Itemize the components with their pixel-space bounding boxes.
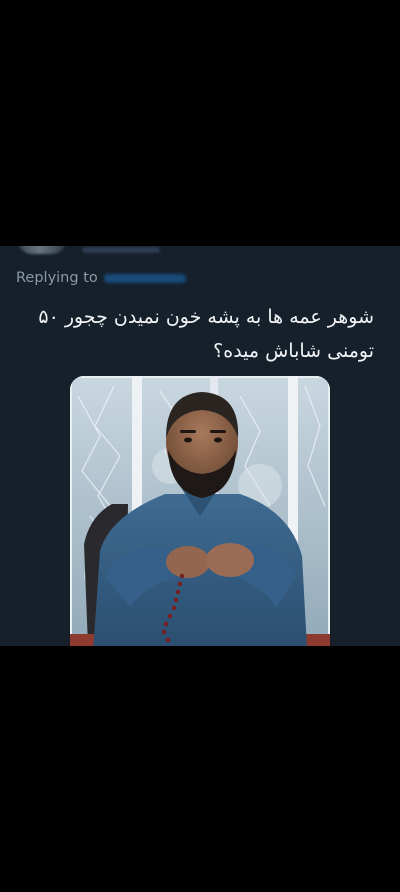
- photo-man-with-prayer-beads: [70, 376, 330, 646]
- author-name-redacted: [82, 247, 160, 253]
- tweet-text: شوهر عمه ها به پشه خون نمیدن چجور ۵۰ توم…: [34, 300, 374, 368]
- mention-link-redacted[interactable]: [103, 273, 186, 283]
- author-row-redacted: [18, 246, 178, 260]
- tweet-card[interactable]: Replying to شوهر عمه ها به پشه خون نمیدن…: [0, 246, 400, 646]
- tweet-text-line-2: تومنی شاباش میده؟: [213, 340, 374, 362]
- avatar[interactable]: [18, 246, 66, 254]
- replying-to-label: Replying to: [16, 270, 98, 286]
- tweet-text-line-1: شوهر عمه ها به پشه خون نمیدن چجور ۵۰: [38, 306, 374, 328]
- tweet-media-photo[interactable]: [70, 376, 330, 646]
- replying-to: Replying to: [16, 270, 186, 286]
- screen: Replying to شوهر عمه ها به پشه خون نمیدن…: [0, 0, 400, 892]
